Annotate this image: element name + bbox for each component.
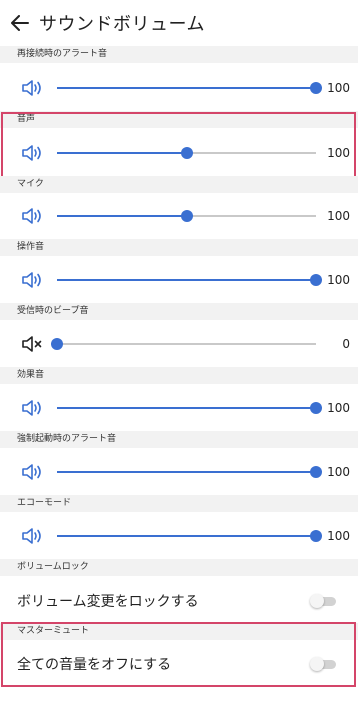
volume-slider-voice[interactable] xyxy=(57,146,316,159)
volume-row-effects: 100 xyxy=(0,384,358,431)
volume-lock-toggle[interactable] xyxy=(310,593,336,608)
speaker-icon xyxy=(21,143,45,163)
master-mute-row[interactable]: 全ての音量をオフにする xyxy=(0,641,358,686)
section-label-mic: マイク xyxy=(0,176,358,193)
volume-value: 100 xyxy=(327,145,350,160)
speaker-muted-icon xyxy=(21,334,45,354)
slider-thumb[interactable] xyxy=(51,337,63,350)
volume-slider-forced[interactable] xyxy=(57,465,322,478)
section-label-reconnect: 再接続時のアラート音 xyxy=(0,46,358,63)
speaker-icon xyxy=(21,270,45,290)
volume-slider-mic[interactable] xyxy=(57,209,316,222)
volume-slider-operation[interactable] xyxy=(57,273,322,286)
volume-row-mic: 100 xyxy=(0,192,358,239)
header-bar: サウンドボリューム xyxy=(0,0,358,46)
volume-slider-effects[interactable] xyxy=(57,401,322,414)
slider-thumb[interactable] xyxy=(180,146,193,159)
volume-value: 0 xyxy=(342,336,350,351)
volume-value: 100 xyxy=(327,400,350,415)
section-label-beep: 受信時のビープ音 xyxy=(0,303,358,320)
speaker-icon xyxy=(21,462,45,482)
volume-lock-row[interactable]: ボリューム変更をロックする xyxy=(0,578,358,623)
master-mute-label: 全ての音量をオフにする xyxy=(17,656,172,673)
speaker-icon xyxy=(21,206,45,226)
volume-value: 100 xyxy=(327,208,350,223)
section-label-voice: 音声 xyxy=(0,111,358,128)
volume-row-voice: 100 xyxy=(0,129,358,176)
volume-value: 100 xyxy=(327,272,350,287)
volume-row-operation: 100 xyxy=(0,256,358,303)
volume-row-reconnect: 100 xyxy=(0,64,358,111)
page-title: サウンドボリューム xyxy=(39,14,205,35)
master-mute-toggle[interactable] xyxy=(310,656,336,671)
speaker-icon xyxy=(21,398,45,418)
section-label-echo: エコーモード xyxy=(0,495,358,512)
volume-value: 100 xyxy=(327,80,350,95)
volume-lock-label: ボリューム変更をロックする xyxy=(17,593,199,610)
speaker-icon xyxy=(21,526,45,546)
volume-row-echo: 100 xyxy=(0,512,358,559)
arrow-left-icon[interactable] xyxy=(9,12,31,34)
section-label-master-mute: マスターミュート xyxy=(0,623,358,640)
volume-row-forced: 100 xyxy=(0,448,358,495)
volume-row-beep: 0 xyxy=(0,320,358,367)
volume-slider-echo[interactable] xyxy=(57,529,322,542)
volume-slider-beep[interactable] xyxy=(51,337,316,350)
section-label-volume-lock: ボリュームロック xyxy=(0,559,358,576)
section-label-effects: 効果音 xyxy=(0,367,358,384)
volume-value: 100 xyxy=(327,528,350,543)
section-label-operation: 操作音 xyxy=(0,239,358,256)
section-label-forced: 強制起動時のアラート音 xyxy=(0,431,358,448)
volume-slider-reconnect[interactable] xyxy=(57,81,322,94)
speaker-icon xyxy=(21,78,45,98)
slider-thumb[interactable] xyxy=(180,209,193,222)
volume-value: 100 xyxy=(327,464,350,479)
